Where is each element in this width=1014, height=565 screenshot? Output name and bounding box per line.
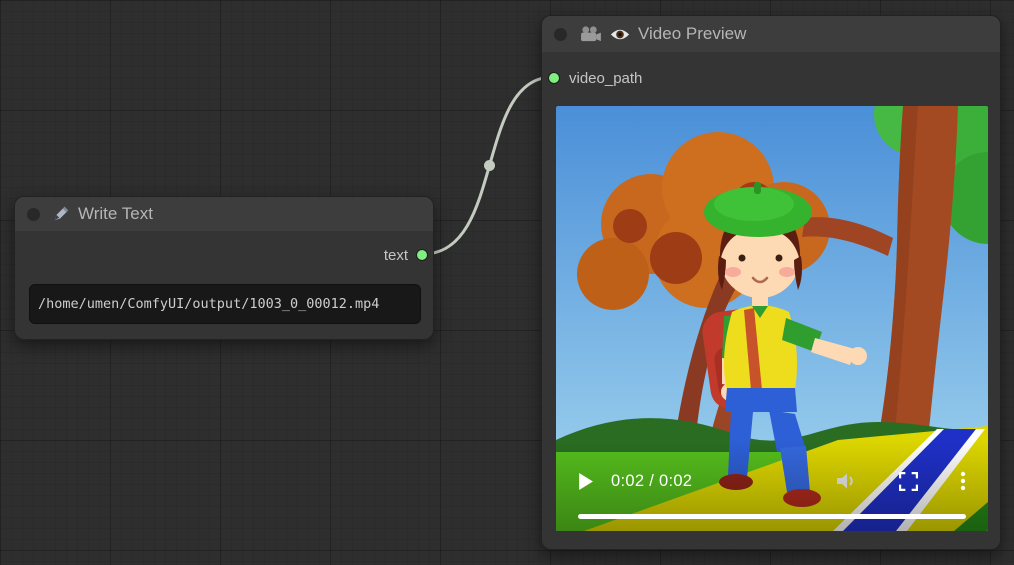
output-slot-row: text — [15, 241, 433, 269]
pen-icon — [52, 205, 70, 223]
output-slot-label: text — [384, 247, 408, 264]
node-title: Write Text — [78, 204, 153, 224]
video-camera-icon — [579, 26, 602, 43]
video-preview-title-bar[interactable]: Video Preview — [542, 16, 1000, 52]
time-display: 0:02 / 0:02 — [611, 472, 692, 491]
node-video-preview[interactable]: Video Preview video_path — [541, 15, 1001, 550]
link-wire — [423, 77, 553, 254]
write-text-title-bar[interactable]: Write Text — [15, 197, 433, 231]
video-controls: 0:02 / 0:02 — [578, 463, 966, 499]
link-midpoint-dot — [484, 160, 495, 171]
input-slot-dot-video-path[interactable] — [548, 72, 560, 84]
node-status-dot — [27, 208, 40, 221]
eye-icon — [610, 28, 630, 41]
node-status-dot — [554, 28, 567, 41]
input-slot-label: video_path — [569, 70, 642, 87]
input-slot-row: video_path — [542, 64, 1000, 92]
text-widget[interactable]: /home/umen/ComfyUI/output/1003_0_00012.m… — [29, 284, 421, 324]
volume-icon[interactable] — [835, 472, 857, 490]
fullscreen-button[interactable] — [899, 472, 918, 491]
node-write-text[interactable]: Write Text text /home/umen/ComfyUI/outpu… — [14, 196, 434, 340]
video-player[interactable]: 0:02 / 0:02 — [556, 106, 988, 531]
video-progress-bar[interactable] — [578, 514, 966, 519]
node-title: Video Preview — [638, 24, 746, 44]
node-editor-canvas[interactable]: Write Text text /home/umen/ComfyUI/outpu… — [0, 0, 1014, 565]
output-slot-dot-text[interactable] — [416, 249, 428, 261]
play-button[interactable] — [578, 473, 593, 490]
overflow-menu-button[interactable] — [960, 471, 966, 491]
